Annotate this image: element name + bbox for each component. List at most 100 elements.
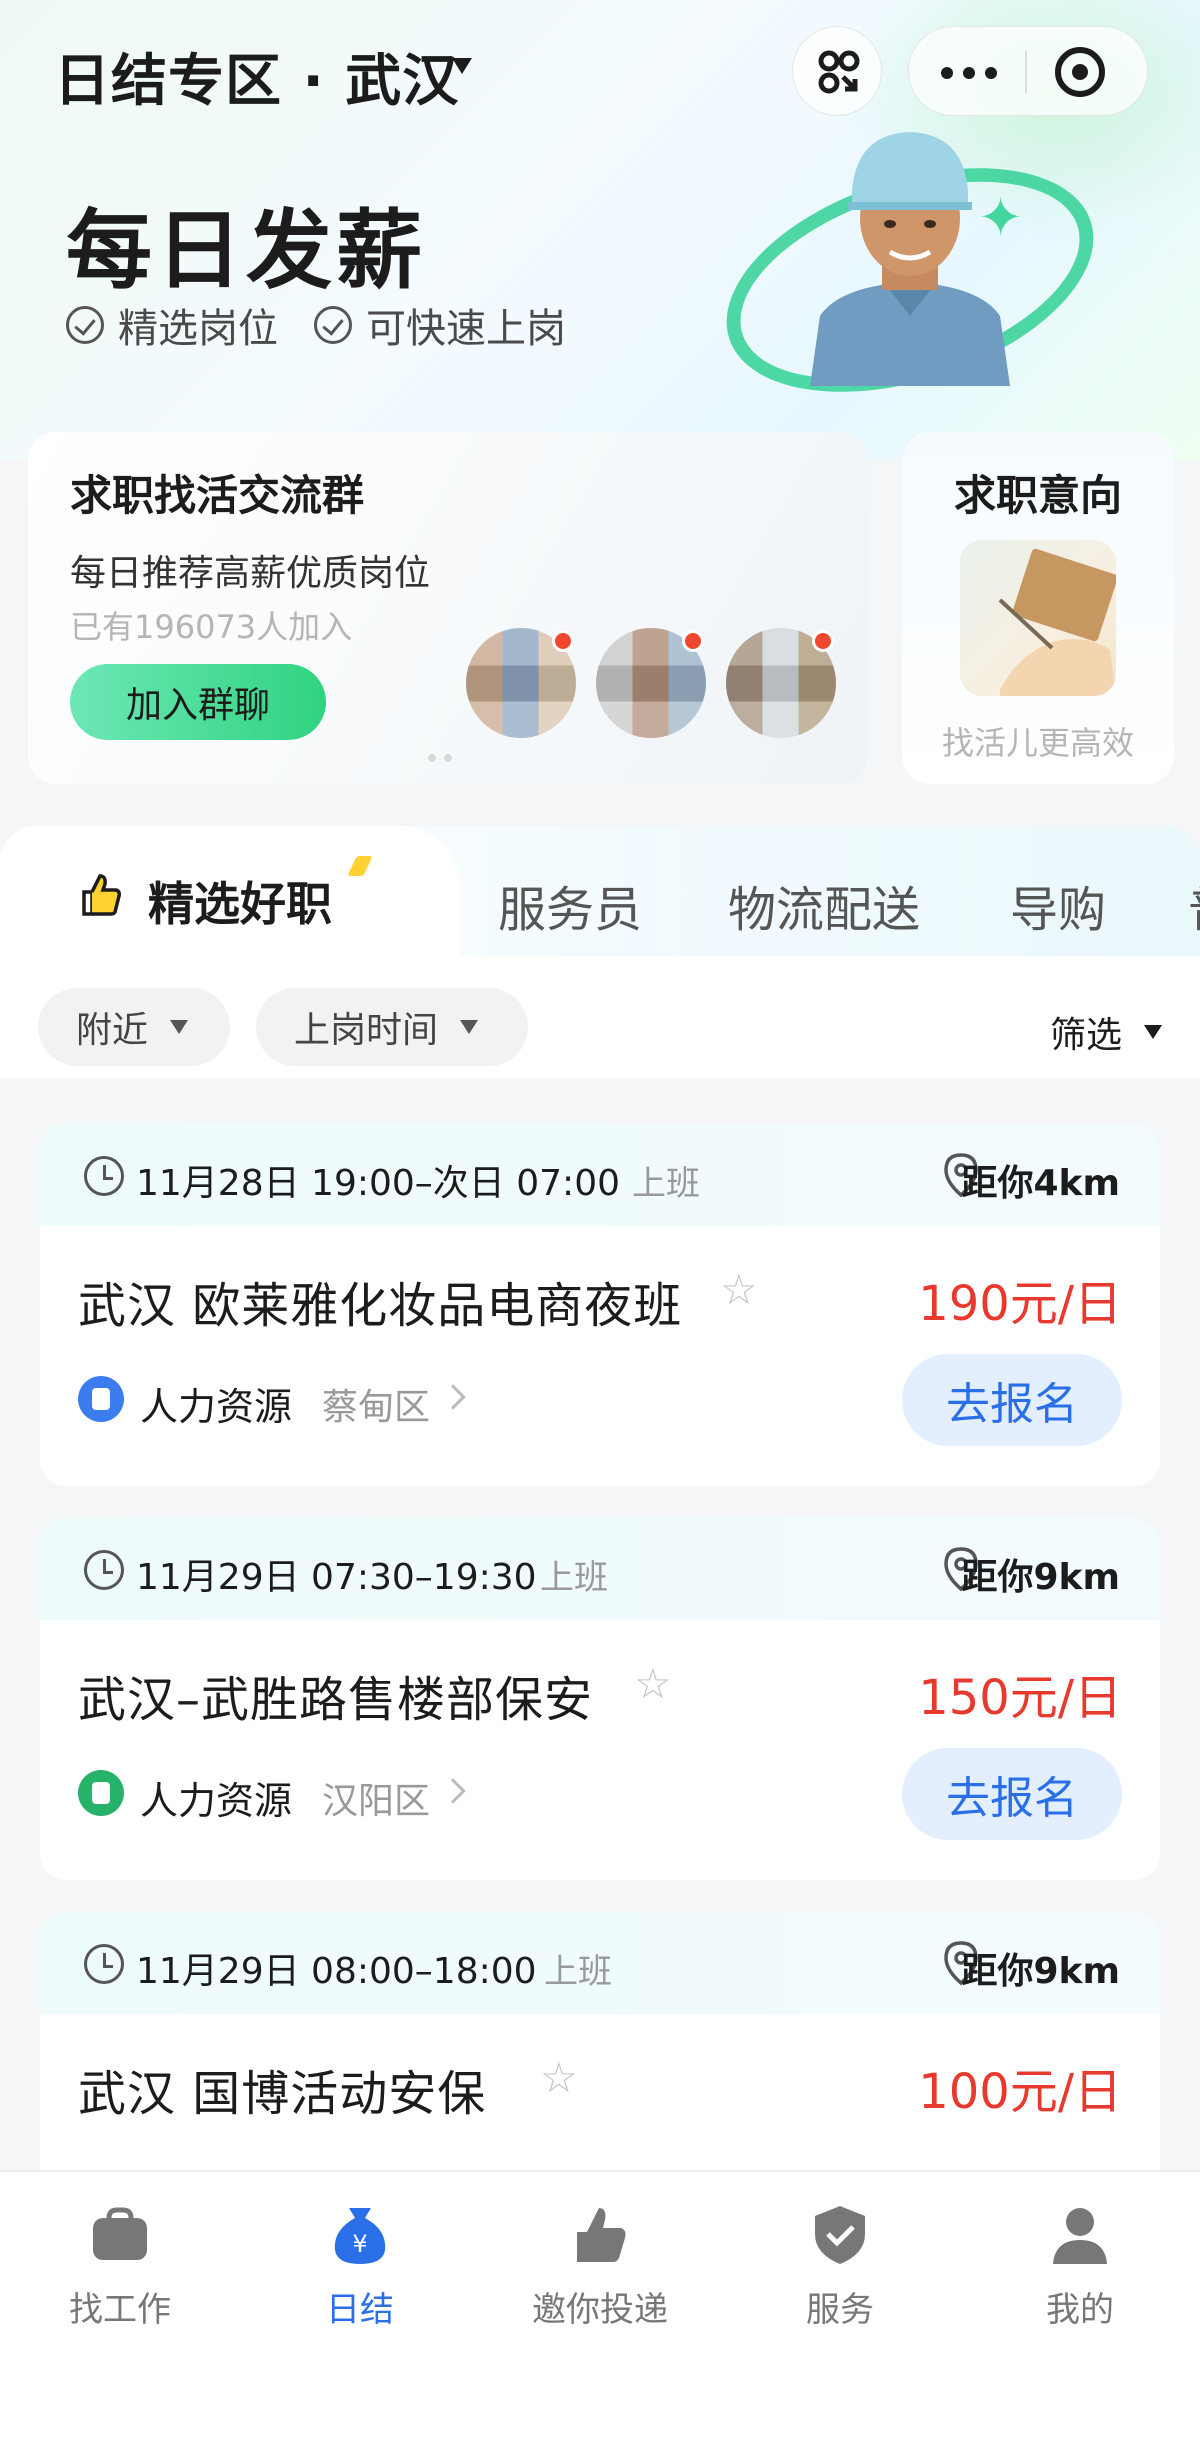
city-dropdown-icon[interactable] bbox=[452, 58, 472, 74]
money-bag-icon: ¥ bbox=[334, 2208, 386, 2264]
job-distance: 距你9km bbox=[961, 1557, 1120, 1598]
tab-featured-label: 精选好职 bbox=[148, 877, 332, 931]
check-circle-icon bbox=[66, 306, 104, 344]
job-card[interactable]: 11月29日 07:30–19:30 上班 距你9km 武汉–武胜路售楼部保安 … bbox=[40, 1518, 1160, 1880]
miniprogram-capsule bbox=[908, 26, 1148, 116]
job-distance: 距你4km bbox=[961, 1163, 1120, 1204]
category-tabs: 精选好职 服务员 物流配送 导购 普 bbox=[0, 826, 1200, 956]
favorite-star-icon[interactable]: ☆ bbox=[720, 1269, 760, 1311]
hero-title: 每日发薪 bbox=[66, 201, 426, 301]
unread-dot bbox=[552, 630, 574, 652]
intent-card-title: 求职意向 bbox=[953, 471, 1122, 520]
job-title: 武汉 欧莱雅化妆品电商夜班 bbox=[78, 1278, 683, 1334]
job-salary: 150元/日 bbox=[918, 1670, 1122, 1726]
group-avatar bbox=[466, 628, 576, 738]
filter-bar: 附近 上岗时间 筛选 bbox=[0, 956, 1200, 1078]
job-company: 人力资源 bbox=[140, 1779, 293, 1823]
start-time-filter[interactable]: 上岗时间 bbox=[256, 988, 528, 1066]
nav-mine[interactable]: 我的 bbox=[980, 2202, 1180, 2331]
hero-tag: 精选岗位 bbox=[66, 296, 278, 354]
job-card-header: 11月29日 08:00–18:00 上班 距你9km bbox=[40, 1912, 1160, 2014]
briefcase-icon bbox=[93, 2207, 147, 2260]
intent-card-subtitle: 找活儿更高效 bbox=[941, 724, 1134, 762]
chevron-right-icon bbox=[440, 1778, 466, 1804]
hero-tag-label: 可快速上岗 bbox=[366, 306, 566, 352]
sparkle-icon: ✦ bbox=[978, 186, 1024, 249]
job-title: 武汉–武胜路售楼部保安 bbox=[78, 1672, 594, 1728]
advanced-filter[interactable]: 筛选 bbox=[1050, 1006, 1162, 1058]
job-time: 11月29日 08:00–18:00 bbox=[136, 1951, 537, 1992]
job-shift: 上班 bbox=[632, 1164, 700, 1204]
favorite-star-icon[interactable]: ☆ bbox=[540, 2057, 580, 2099]
join-group-button[interactable]: 加入群聊 bbox=[70, 664, 326, 740]
shield-check-icon bbox=[815, 2206, 865, 2264]
nav-mine-label: 我的 bbox=[1046, 2290, 1114, 2330]
nav-invited-apply-label: 邀你投递 bbox=[532, 2290, 668, 2330]
job-shift: 上班 bbox=[540, 1558, 608, 1598]
scan-icon bbox=[818, 50, 860, 94]
job-salary: 100元/日 bbox=[918, 2064, 1122, 2120]
job-card-header: 11月28日 19:00–次日 07:00 上班 距你4km bbox=[40, 1124, 1160, 1226]
nav-service[interactable]: 服务 bbox=[740, 2202, 940, 2331]
hero-tag: 可快速上岗 bbox=[314, 296, 566, 354]
tab-featured[interactable]: 精选好职 bbox=[0, 826, 460, 956]
job-salary: 190元/日 bbox=[918, 1276, 1122, 1332]
group-avatar bbox=[596, 628, 706, 738]
job-card-header: 11月29日 07:30–19:30 上班 距你9km bbox=[40, 1518, 1160, 1620]
advanced-filter-label: 筛选 bbox=[1049, 1015, 1122, 1056]
nearby-filter-label: 附近 bbox=[76, 1010, 149, 1051]
chat-group-card[interactable]: 求职找活交流群 每日推荐高薪优质岗位 已有196073人加入 加入群聊 bbox=[28, 432, 868, 784]
favorite-star-icon[interactable]: ☆ bbox=[634, 1663, 674, 1705]
scan-button[interactable] bbox=[792, 26, 882, 116]
nav-find-job[interactable]: 找工作 bbox=[20, 2202, 220, 2331]
start-time-filter-label: 上岗时间 bbox=[294, 1010, 439, 1051]
group-card-title: 求职找活交流群 bbox=[70, 471, 365, 520]
chevron-right-icon bbox=[440, 1384, 466, 1410]
nav-invited-apply[interactable]: 邀你投递 bbox=[500, 2202, 700, 2331]
nav-find-job-label: 找工作 bbox=[69, 2290, 171, 2330]
nearby-filter[interactable]: 附近 bbox=[38, 988, 230, 1066]
job-company: 人力资源 bbox=[140, 1385, 293, 1429]
capsule-divider bbox=[1025, 51, 1027, 93]
job-card[interactable]: 11月28日 19:00–次日 07:00 上班 距你4km 武汉 欧莱雅化妆品… bbox=[40, 1124, 1160, 1486]
job-list: 11月28日 19:00–次日 07:00 上班 距你4km 武汉 欧莱雅化妆品… bbox=[0, 1078, 1200, 2274]
tab-logistics[interactable]: 物流配送 bbox=[728, 870, 920, 940]
hero-tag-label: 精选岗位 bbox=[118, 306, 278, 352]
unread-dot bbox=[812, 630, 834, 652]
chevron-down-icon bbox=[460, 1020, 479, 1034]
job-time: 11月29日 07:30–19:30 bbox=[136, 1557, 537, 1598]
chevron-down-icon bbox=[1144, 1025, 1162, 1039]
group-avatar bbox=[726, 628, 836, 738]
tab-waiter[interactable]: 服务员 bbox=[498, 870, 642, 940]
clock-icon bbox=[84, 1944, 124, 1984]
job-intent-card[interactable]: 求职意向 找活儿更高效 bbox=[902, 432, 1174, 784]
writing-hand-image bbox=[960, 540, 1116, 696]
bottom-navigation: 找工作 ¥ 日结 邀你投递 服务 我的 bbox=[0, 2170, 1200, 2444]
apply-button[interactable]: 去报名 bbox=[902, 1354, 1122, 1446]
nav-service-label: 服务 bbox=[806, 2290, 874, 2330]
company-icon bbox=[78, 1376, 124, 1422]
carousel-pager bbox=[428, 754, 452, 762]
clock-icon bbox=[84, 1156, 124, 1196]
job-time: 11月28日 19:00–次日 07:00 bbox=[136, 1163, 620, 1204]
job-shift: 上班 bbox=[544, 1952, 612, 1992]
clock-icon bbox=[84, 1550, 124, 1590]
tab-general[interactable]: 普 bbox=[1188, 870, 1200, 940]
user-icon bbox=[1053, 2208, 1107, 2264]
tab-active-mark bbox=[347, 856, 373, 876]
chevron-down-icon bbox=[170, 1020, 189, 1034]
apply-button[interactable]: 去报名 bbox=[902, 1748, 1122, 1840]
job-district: 蔡甸区 bbox=[322, 1387, 431, 1428]
tab-shopping-guide[interactable]: 导购 bbox=[1010, 870, 1106, 940]
nav-daily-pay[interactable]: ¥ 日结 bbox=[260, 2202, 460, 2331]
more-icon[interactable] bbox=[941, 67, 997, 79]
check-circle-icon bbox=[314, 306, 352, 344]
nav-daily-pay-label: 日结 bbox=[326, 2290, 394, 2330]
page-title[interactable]: 日结专区 · 武汉 bbox=[54, 36, 459, 117]
thumbs-up-icon bbox=[82, 874, 121, 916]
thumbs-up-icon bbox=[577, 2208, 626, 2262]
group-member-count: 已有196073人加入 bbox=[70, 608, 353, 646]
group-avatars bbox=[466, 628, 836, 738]
svg-text:¥: ¥ bbox=[352, 2230, 367, 2258]
close-miniprogram-icon[interactable] bbox=[1055, 47, 1105, 97]
